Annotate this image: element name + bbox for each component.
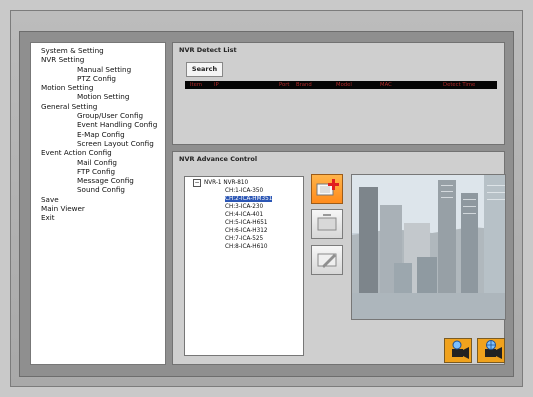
- column-detect-time: Detect Time: [443, 82, 476, 88]
- detect-list-title: NVR Detect List: [179, 46, 237, 54]
- edit-camera-icon: [317, 253, 337, 268]
- sidebar-item-ftp-config[interactable]: FTP Config: [31, 167, 165, 176]
- camera-network-button[interactable]: [477, 338, 505, 363]
- camera-globe-icon: [485, 340, 502, 359]
- application-window: System & Setting NVR Setting Manual Sett…: [10, 10, 523, 387]
- advance-control-title: NVR Advance Control: [179, 155, 258, 163]
- sidebar-item-screen-layout-config[interactable]: Screen Layout Config: [31, 139, 165, 148]
- sidebar-item-emap-config[interactable]: E-Map Config: [31, 130, 165, 139]
- remove-camera-button[interactable]: [311, 209, 343, 239]
- city-view-image: [352, 175, 505, 319]
- sidebar-item-event-action-config[interactable]: Event Action Config: [31, 148, 165, 157]
- channel-item[interactable]: CH:4-ICA-401: [185, 211, 303, 219]
- add-camera-icon: [316, 179, 339, 196]
- column-mac: MAC: [380, 82, 392, 88]
- sidebar-item-sound-config[interactable]: Sound Config: [31, 185, 165, 194]
- sidebar-item-ptz-config[interactable]: PTZ Config: [31, 74, 165, 83]
- sidebar-item-save[interactable]: Save: [31, 195, 165, 204]
- column-brand: Brand: [296, 82, 312, 88]
- channel-item-selected[interactable]: CH:2-ICA-HM351: [185, 195, 303, 203]
- sidebar-item-group-user-config[interactable]: Group/User Config: [31, 111, 165, 120]
- column-model: Model: [336, 82, 352, 88]
- nvr-detect-list-panel: NVR Detect List Search Item IP Port Bran…: [172, 42, 505, 145]
- navigation-tree[interactable]: System & Setting NVR Setting Manual Sett…: [30, 42, 166, 365]
- camera-tree[interactable]: − NVR-1 NVR-810 CH:1-ICA-350 CH:2-ICA-HM3…: [184, 176, 304, 356]
- sidebar-item-nvr-setting[interactable]: NVR Setting: [31, 55, 165, 64]
- sidebar-item-exit[interactable]: Exit: [31, 213, 165, 222]
- main-panel: System & Setting NVR Setting Manual Sett…: [19, 31, 514, 377]
- edit-camera-button[interactable]: [311, 245, 343, 275]
- column-port: Port: [279, 82, 290, 88]
- sidebar-item-general-setting[interactable]: General Setting: [31, 102, 165, 111]
- column-item: Item: [190, 82, 203, 88]
- nvr-root-node[interactable]: − NVR-1 NVR-810: [185, 179, 303, 187]
- search-button[interactable]: Search: [186, 62, 223, 77]
- nvr-advance-control-panel: NVR Advance Control − NVR-1 NVR-810 CH:1-…: [172, 151, 506, 365]
- column-ip: IP: [214, 82, 219, 88]
- camera-icon: [452, 340, 469, 359]
- camera-preview[interactable]: [351, 174, 506, 320]
- camera-record-button[interactable]: [444, 338, 472, 363]
- content-area: NVR Detect List Search Item IP Port Bran…: [172, 42, 506, 365]
- sidebar-item-system-setting[interactable]: System & Setting: [31, 46, 165, 55]
- sidebar-item-motion-setting[interactable]: Motion Setting: [31, 83, 165, 92]
- channel-item[interactable]: CH:5-ICA-H651: [185, 219, 303, 227]
- detect-list-table[interactable]: Item IP Port Brand Model MAC Detect Time: [185, 81, 497, 89]
- channel-item[interactable]: CH:6-ICA-H312: [185, 227, 303, 235]
- sidebar-item-event-handling-config[interactable]: Event Handling Config: [31, 120, 165, 129]
- collapse-icon[interactable]: −: [193, 179, 201, 187]
- channel-item[interactable]: CH:7-ICA-525: [185, 235, 303, 243]
- remove-camera-icon: [317, 214, 337, 231]
- channel-item[interactable]: CH:1-ICA-350: [185, 187, 303, 195]
- sidebar-item-motion-setting-sub[interactable]: Motion Setting: [31, 92, 165, 101]
- channel-item[interactable]: CH:3-ICA-230: [185, 203, 303, 211]
- sidebar-item-message-config[interactable]: Message Config: [31, 176, 165, 185]
- sidebar-item-mail-config[interactable]: Mail Config: [31, 158, 165, 167]
- sidebar-item-main-viewer[interactable]: Main Viewer: [31, 204, 165, 213]
- add-camera-button[interactable]: [311, 174, 343, 204]
- sidebar-item-manual-setting[interactable]: Manual Setting: [31, 65, 165, 74]
- channel-item[interactable]: CH:8-ICA-H610: [185, 243, 303, 251]
